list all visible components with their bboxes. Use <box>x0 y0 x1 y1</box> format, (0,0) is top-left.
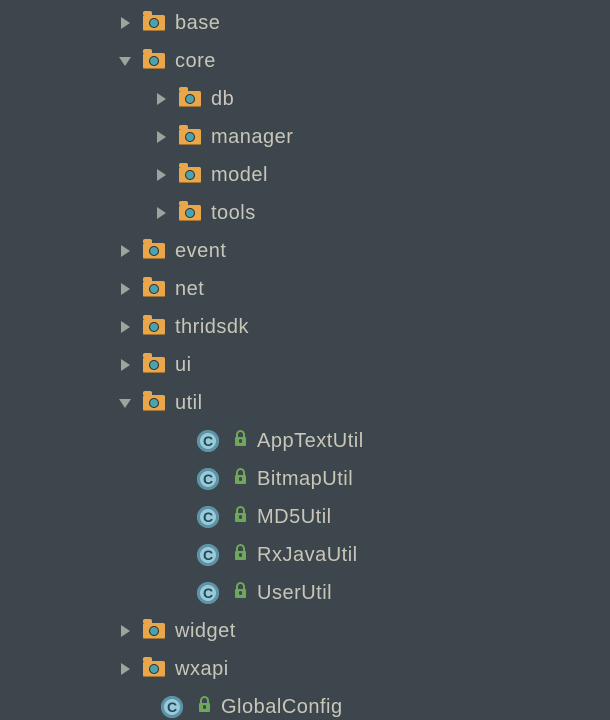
tree-item-label: MD5Util <box>257 506 332 529</box>
package-folder-icon <box>143 623 165 639</box>
tree-item-label: ui <box>175 354 192 377</box>
tree-item-label: core <box>175 50 216 73</box>
tree-item-label: net <box>175 278 204 301</box>
package-folder-icon <box>143 319 165 335</box>
package-folder-icon <box>143 15 165 31</box>
package-folder-icon <box>143 53 165 69</box>
chevron-right-icon[interactable] <box>151 168 171 182</box>
tree-item-core[interactable]: core <box>0 42 610 80</box>
tree-item-globalconfig[interactable]: C GlobalConfig <box>0 688 610 720</box>
java-class-icon: C <box>197 468 219 490</box>
package-folder-icon <box>143 661 165 677</box>
tree-item-label: UserUtil <box>257 582 332 605</box>
tree-item-md5util[interactable]: C MD5Util <box>0 498 610 536</box>
tree-item-label: widget <box>175 620 236 643</box>
tree-item-ui[interactable]: ui <box>0 346 610 384</box>
java-class-icon: C <box>197 544 219 566</box>
chevron-down-icon[interactable] <box>115 397 135 409</box>
unlocked-public-icon <box>235 589 246 598</box>
package-folder-icon <box>179 205 201 221</box>
tree-item-label: GlobalConfig <box>221 696 343 719</box>
tree-item-userutil[interactable]: C UserUtil <box>0 574 610 612</box>
tree-item-net[interactable]: net <box>0 270 610 308</box>
tree-item-label: thridsdk <box>175 316 249 339</box>
tree-item-event[interactable]: event <box>0 232 610 270</box>
tree-item-label: util <box>175 392 203 415</box>
tree-item-label: BitmapUtil <box>257 468 353 491</box>
chevron-right-icon[interactable] <box>115 244 135 258</box>
chevron-right-icon[interactable] <box>151 206 171 220</box>
java-class-icon: C <box>161 696 183 718</box>
chevron-down-icon[interactable] <box>115 55 135 67</box>
tree-item-rxjavautil[interactable]: C RxJavaUtil <box>0 536 610 574</box>
unlocked-public-icon <box>235 437 246 446</box>
tree-item-label: tools <box>211 202 256 225</box>
unlocked-public-icon <box>235 551 246 560</box>
tree-item-label: AppTextUtil <box>257 430 364 453</box>
tree-item-tools[interactable]: tools <box>0 194 610 232</box>
java-class-icon: C <box>197 582 219 604</box>
tree-item-label: event <box>175 240 226 263</box>
java-class-icon: C <box>197 506 219 528</box>
tree-item-base[interactable]: base <box>0 4 610 42</box>
package-folder-icon <box>179 167 201 183</box>
tree-item-model[interactable]: model <box>0 156 610 194</box>
chevron-right-icon[interactable] <box>151 130 171 144</box>
tree-item-label: wxapi <box>175 658 229 681</box>
unlocked-public-icon <box>199 703 210 712</box>
package-folder-icon <box>179 129 201 145</box>
tree-item-widget[interactable]: widget <box>0 612 610 650</box>
tree-item-db[interactable]: db <box>0 80 610 118</box>
tree-item-wxapi[interactable]: wxapi <box>0 650 610 688</box>
chevron-right-icon[interactable] <box>115 662 135 676</box>
unlocked-public-icon <box>235 475 246 484</box>
tree-item-thridsdk[interactable]: thridsdk <box>0 308 610 346</box>
tree-item-apptextutil[interactable]: C AppTextUtil <box>0 422 610 460</box>
package-folder-icon <box>143 357 165 373</box>
tree-item-label: model <box>211 164 268 187</box>
chevron-right-icon[interactable] <box>151 92 171 106</box>
chevron-right-icon[interactable] <box>115 16 135 30</box>
package-folder-icon <box>143 395 165 411</box>
chevron-right-icon[interactable] <box>115 320 135 334</box>
tree-item-label: db <box>211 88 234 111</box>
project-tree[interactable]: base core db manager model tools event net thrid… <box>0 0 610 720</box>
package-folder-icon <box>143 281 165 297</box>
package-folder-icon <box>143 243 165 259</box>
tree-item-util[interactable]: util <box>0 384 610 422</box>
chevron-right-icon[interactable] <box>115 624 135 638</box>
java-class-icon: C <box>197 430 219 452</box>
tree-item-label: base <box>175 12 220 35</box>
tree-item-label: manager <box>211 126 293 149</box>
tree-item-label: RxJavaUtil <box>257 544 358 567</box>
unlocked-public-icon <box>235 513 246 522</box>
package-folder-icon <box>179 91 201 107</box>
tree-item-manager[interactable]: manager <box>0 118 610 156</box>
chevron-right-icon[interactable] <box>115 358 135 372</box>
tree-item-bitmaputil[interactable]: C BitmapUtil <box>0 460 610 498</box>
chevron-right-icon[interactable] <box>115 282 135 296</box>
